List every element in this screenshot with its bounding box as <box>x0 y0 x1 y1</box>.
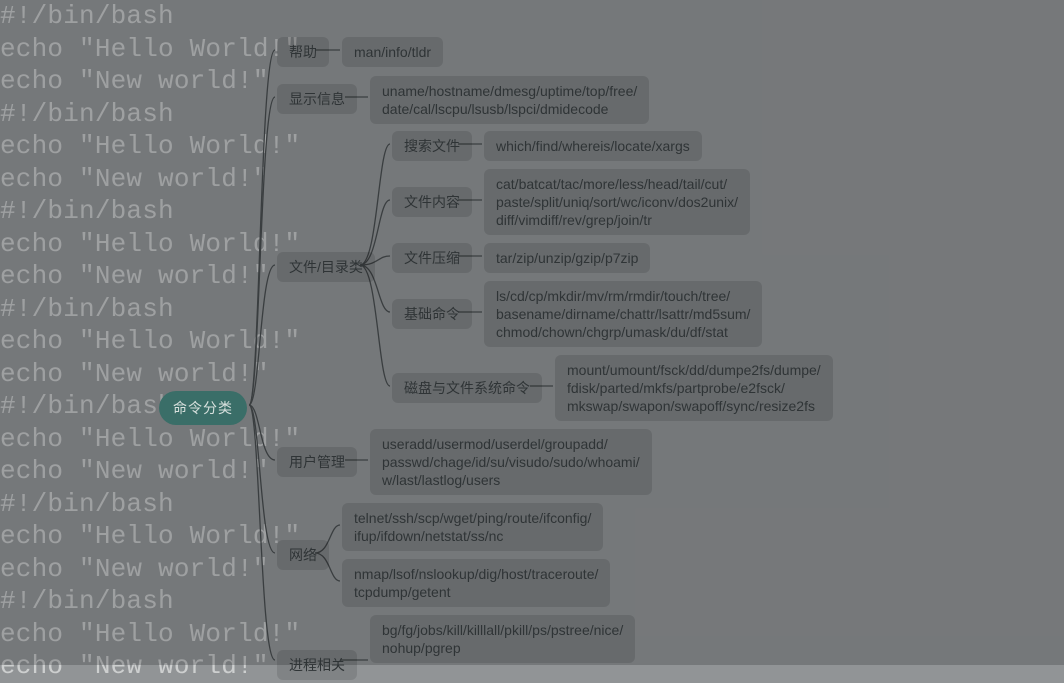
sub-file-basic: 基础命令 <box>392 299 472 329</box>
leaf-file-disk: mount/umount/fsck/dd/dumpe2fs/dumpe/fdis… <box>555 355 833 421</box>
branch-proc: 进程相关 <box>277 650 357 680</box>
branch-net: 网络 <box>277 540 329 570</box>
leaf-proc: bg/fg/jobs/kill/killlall/pkill/ps/pstree… <box>370 615 635 663</box>
root-node: 命令分类 <box>159 391 247 425</box>
sub-file-compress: 文件压缩 <box>392 243 472 273</box>
branch-file: 文件/目录类 <box>277 252 375 282</box>
branch-help: 帮助 <box>277 37 329 67</box>
branch-user: 用户管理 <box>277 447 357 477</box>
sub-file-search: 搜索文件 <box>392 131 472 161</box>
sub-file-content: 文件内容 <box>392 187 472 217</box>
branch-sysinfo: 显示信息 <box>277 84 357 114</box>
leaf-file-content: cat/batcat/tac/more/less/head/tail/cut/p… <box>484 169 750 235</box>
leaf-file-basic: ls/cd/cp/mkdir/mv/rm/rmdir/touch/tree/ba… <box>484 281 762 347</box>
mindmap: 命令分类 帮助 man/info/tldr 显示信息 uname/hostnam… <box>0 0 1064 665</box>
leaf-net-1: telnet/ssh/scp/wget/ping/route/ifconfig/… <box>342 503 603 551</box>
leaf-file-compress: tar/zip/unzip/gzip/p7zip <box>484 243 650 273</box>
leaf-user: useradd/usermod/userdel/groupadd/passwd/… <box>370 429 652 495</box>
leaf-help: man/info/tldr <box>342 37 443 67</box>
sub-file-disk: 磁盘与文件系统命令 <box>392 373 542 403</box>
leaf-sysinfo: uname/hostname/dmesg/uptime/top/free/dat… <box>370 76 649 124</box>
leaf-net-2: nmap/lsof/nslookup/dig/host/traceroute/t… <box>342 559 610 607</box>
leaf-file-search: which/find/whereis/locate/xargs <box>484 131 702 161</box>
